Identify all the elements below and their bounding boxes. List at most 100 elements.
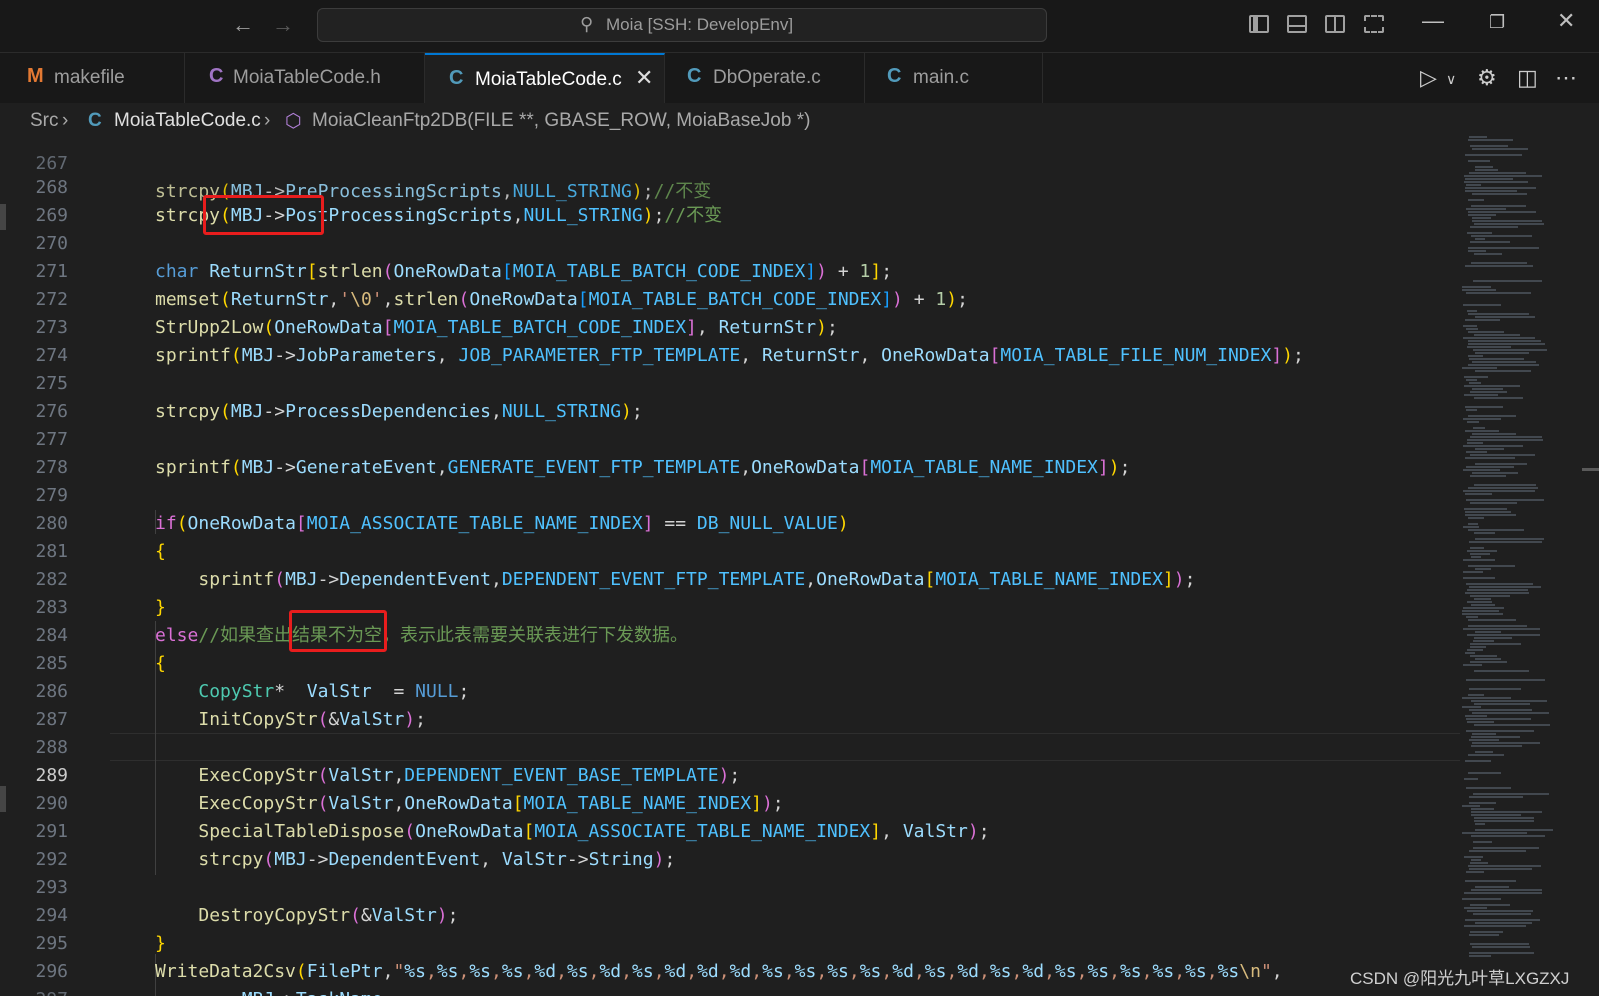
minimap-row <box>1468 199 1484 201</box>
minimap-row <box>1467 310 1477 312</box>
minimap-row <box>1475 886 1509 888</box>
breadcrumb-file[interactable]: MoiaTableCode.c <box>114 110 261 132</box>
code-line: 294 } <box>0 874 1460 954</box>
minimap-row <box>1474 817 1534 819</box>
tab-label: DbOperate.c <box>713 67 821 88</box>
c-file-icon: C <box>687 65 702 87</box>
toggle-primary-sidebar-icon[interactable] <box>1249 15 1269 33</box>
code-line: 296 MBJ->TaskName, <box>0 930 1460 996</box>
minimap-row <box>1473 847 1539 849</box>
minimap-row <box>1466 583 1533 585</box>
tab-main-c[interactable]: C main.c <box>865 53 1043 103</box>
minimap-row <box>1465 265 1533 267</box>
minimap-row <box>1467 421 1479 423</box>
minimap-row <box>1471 814 1521 816</box>
minimap-row <box>1471 835 1545 837</box>
minimap-row <box>1463 664 1482 666</box>
code-line: 272 StrUpp2Low(OneRowData[MOIA_TABLE_BAT… <box>0 258 1460 338</box>
close-icon[interactable]: ✕ <box>1557 8 1575 34</box>
minimap-row <box>1471 700 1547 702</box>
minimize-icon[interactable]: — <box>1422 8 1444 34</box>
minimap-row <box>1465 514 1516 516</box>
chevron-right-icon: › <box>264 110 271 131</box>
minimap-row <box>1473 793 1549 795</box>
minimap-row <box>1464 394 1498 396</box>
back-arrow-icon[interactable]: ← <box>232 12 254 38</box>
minimap-row <box>1473 427 1485 429</box>
code-line: 287 <box>0 678 1460 730</box>
title-bar: ← → ⚲ Moia [SSH: DevelopEnv] — ❐ ✕ <box>0 0 1599 53</box>
minimap-row <box>1470 643 1521 645</box>
minimap-row <box>1472 148 1528 150</box>
toggle-panel-icon[interactable] <box>1287 15 1307 33</box>
more-actions-icon[interactable]: ⋯ <box>1555 65 1577 91</box>
minimap-row <box>1464 175 1542 177</box>
minimap-row <box>1475 823 1485 825</box>
minimap-row <box>1469 709 1532 711</box>
toggle-secondary-sidebar-icon[interactable] <box>1325 15 1345 33</box>
minimap-row <box>1467 649 1483 651</box>
run-icon[interactable]: ▷ <box>1420 65 1437 91</box>
minimap-row <box>1469 952 1534 954</box>
minimap-row <box>1463 490 1535 492</box>
code-editor[interactable]: 267 strcpy(MBJ->PreProcessingScripts,NUL… <box>0 136 1599 996</box>
minimap-row <box>1463 325 1477 327</box>
settings-gear-icon[interactable]: ⚙ <box>1477 65 1497 91</box>
customize-layout-icon[interactable] <box>1364 15 1384 33</box>
minimap-row <box>1464 925 1526 927</box>
minimap-row <box>1469 934 1499 936</box>
tab-moiatablecode-h[interactable]: C MoiaTableCode.h <box>185 53 425 103</box>
minimap-row <box>1463 445 1523 447</box>
tab-moiatablecode-c[interactable]: C MoiaTableCode.c ✕ <box>425 53 665 103</box>
minimap-row <box>1466 292 1531 294</box>
command-center-search[interactable]: ⚲ Moia [SSH: DevelopEnv] <box>317 8 1047 42</box>
minimap-row <box>1475 568 1491 570</box>
minimap-row <box>1472 388 1503 390</box>
minimap-row <box>1466 409 1477 411</box>
restore-icon[interactable]: ❐ <box>1489 12 1505 33</box>
minimap-row <box>1469 688 1521 690</box>
minimap[interactable] <box>1462 136 1582 996</box>
minimap-row <box>1464 181 1528 183</box>
minimap-row <box>1464 376 1488 378</box>
code-line: 286 InitCopyStr(&ValStr); <box>0 650 1460 730</box>
chevron-down-icon[interactable]: ∨ <box>1446 71 1456 88</box>
breadcrumb-folder[interactable]: Src <box>30 110 59 132</box>
minimap-row <box>1470 943 1529 945</box>
minimap-row <box>1472 193 1527 195</box>
minimap-row <box>1467 550 1497 552</box>
minimap-row <box>1462 610 1499 612</box>
minimap-row <box>1469 802 1496 804</box>
minimap-row <box>1463 577 1495 579</box>
tab-close-icon[interactable]: ✕ <box>635 65 653 91</box>
scrollbar-thumb[interactable] <box>1582 468 1599 471</box>
tab-dboperate-c[interactable]: C DbOperate.c <box>665 53 865 103</box>
highlight-box-valstr <box>289 610 387 652</box>
minimap-row <box>1468 139 1513 141</box>
tab-label: MoiaTableCode.c <box>475 69 622 90</box>
minimap-row <box>1475 751 1493 753</box>
tab-label: main.c <box>913 67 969 88</box>
minimap-row <box>1472 712 1549 714</box>
minimap-row <box>1471 556 1481 558</box>
minimap-row <box>1465 154 1522 156</box>
minimap-row <box>1465 187 1536 189</box>
minimap-row <box>1462 706 1481 708</box>
split-editor-icon[interactable]: ◫ <box>1517 65 1538 91</box>
minimap-row <box>1470 475 1506 477</box>
chevron-right-icon: › <box>62 110 69 131</box>
breadcrumb-symbol[interactable]: MoiaCleanFtp2DB(FILE **, GBASE_ROW, Moia… <box>312 110 810 132</box>
code-line: 268 strcpy(MBJ->PostProcessingScripts,NU… <box>0 146 1460 226</box>
minimap-row <box>1465 592 1529 594</box>
minimap-row <box>1468 754 1504 756</box>
tab-makefile[interactable]: M makefile <box>6 53 185 103</box>
minimap-row <box>1462 367 1497 369</box>
minimap-row <box>1474 703 1530 705</box>
minimap-row <box>1474 484 1536 486</box>
forward-arrow-icon[interactable]: → <box>272 12 294 38</box>
function-symbol-icon: ⬡ <box>285 111 302 132</box>
minimap-row <box>1463 337 1535 339</box>
minimap-row <box>1464 508 1507 510</box>
minimap-row <box>1465 511 1511 513</box>
minimap-row <box>1470 391 1507 393</box>
